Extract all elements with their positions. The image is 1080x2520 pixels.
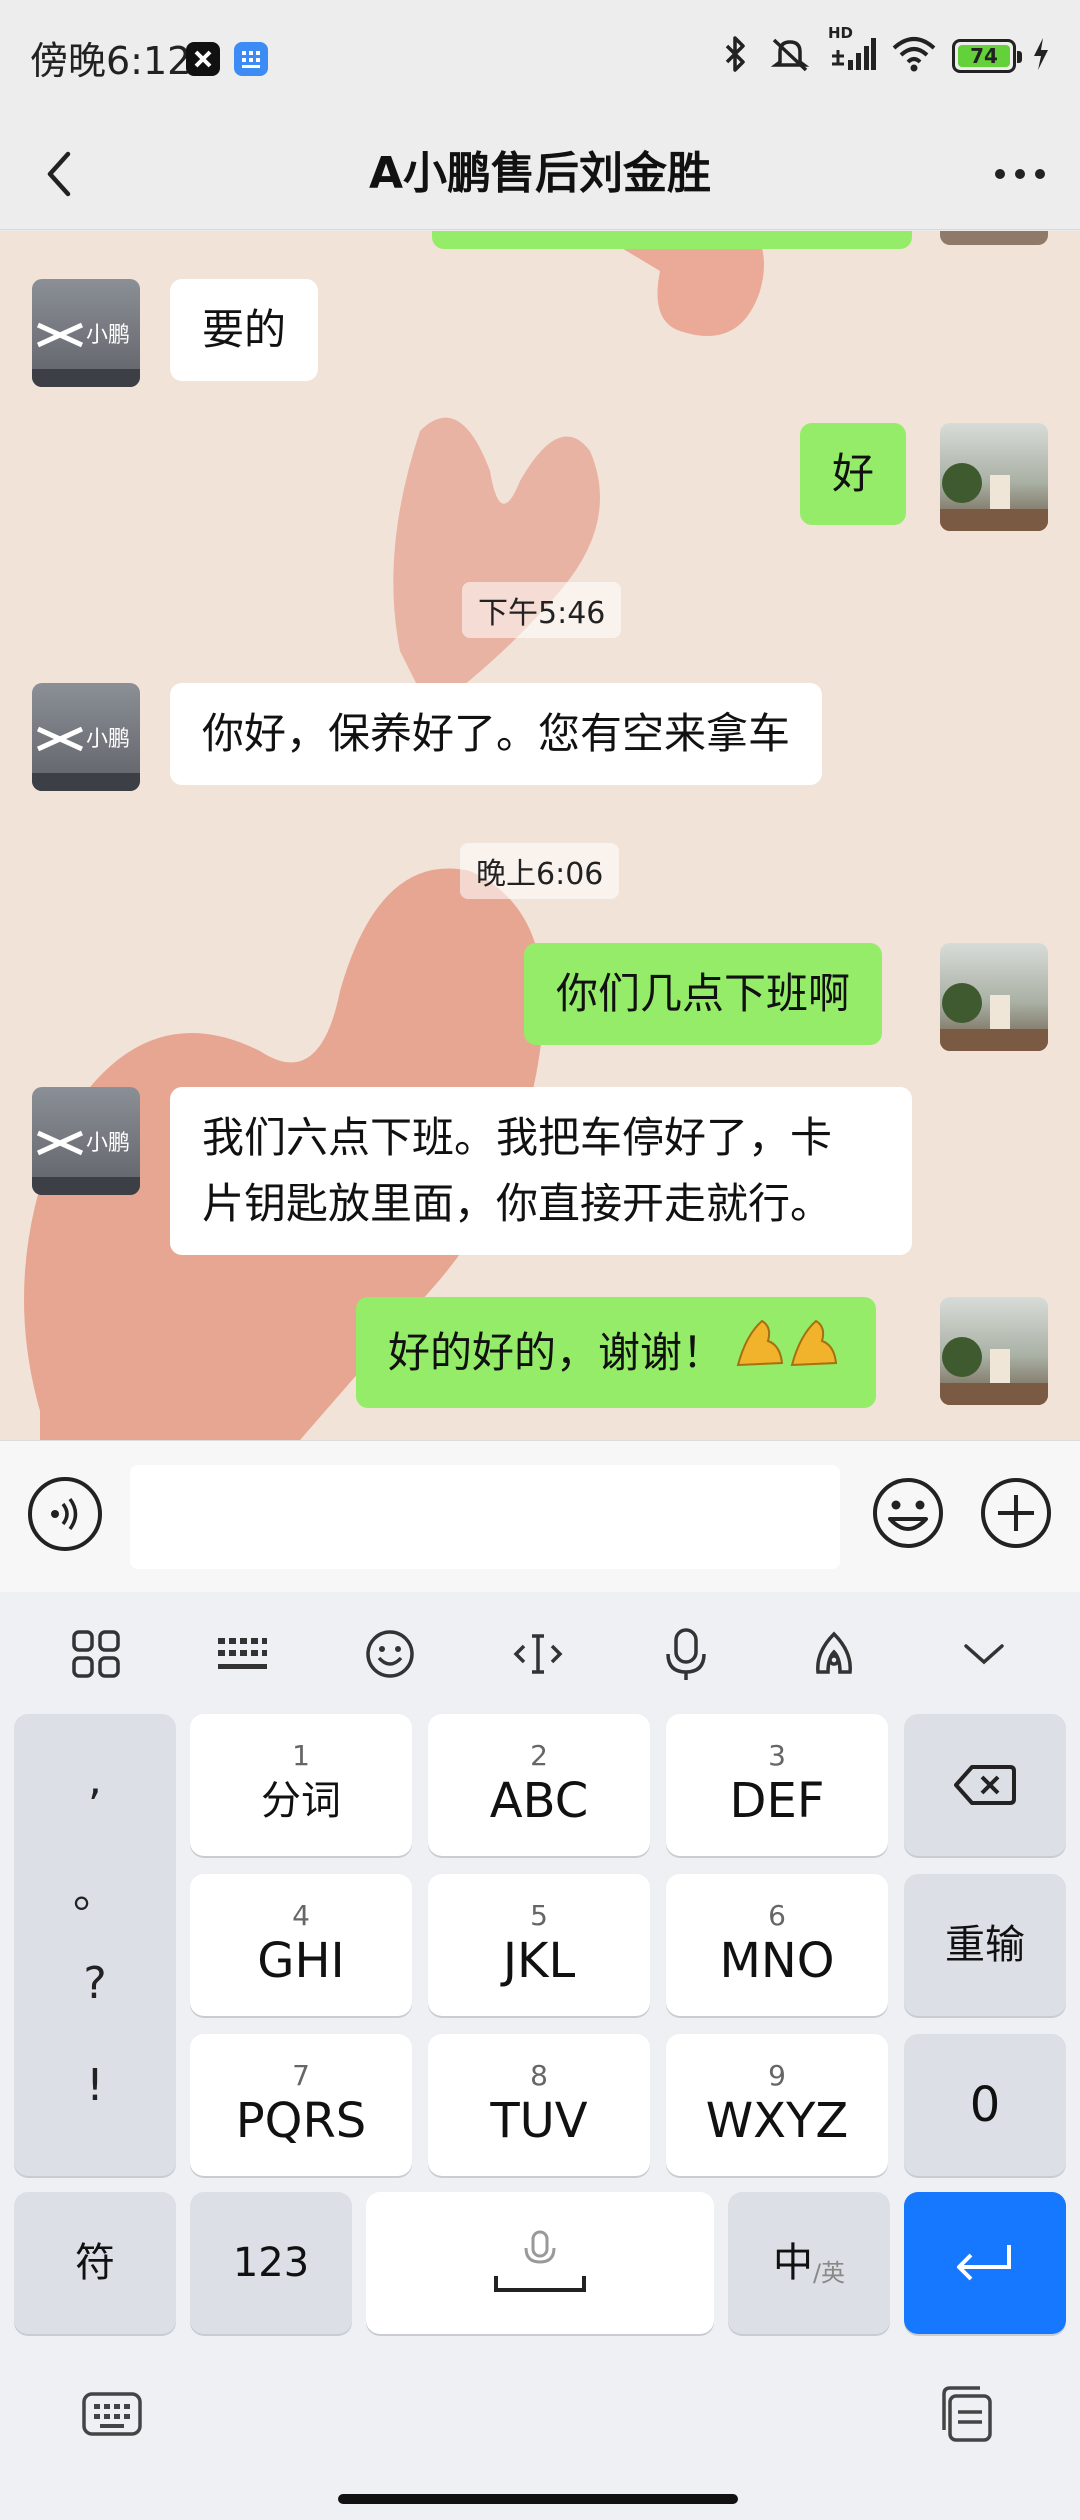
timestamp-divider: 晚上6:06 — [460, 843, 620, 899]
language-switch-key[interactable]: 中 /英 — [728, 2192, 890, 2334]
app-notification-icon — [234, 42, 268, 76]
more-options-button[interactable] — [988, 142, 1052, 206]
key-7-pqrs[interactable]: 7 PQRS — [190, 2034, 412, 2176]
punct-key[interactable]: , — [14, 1754, 176, 1805]
punct-key[interactable]: ! — [14, 2060, 176, 2111]
battery-indicator: 74 — [952, 39, 1022, 73]
message-text: 好的好的，谢谢！ — [388, 1327, 725, 1377]
avatar-brand-text: 小鹏 — [86, 323, 131, 348]
enter-key[interactable] — [904, 2192, 1066, 2334]
avatar-brand-text: 小鹏 — [86, 1131, 131, 1156]
message-line: 我们六点下班。我把车停好了，卡 — [202, 1113, 833, 1162]
symbol-key[interactable]: 符 — [14, 2192, 176, 2334]
status-time: 傍晚6:12 — [30, 39, 192, 83]
message-bubble[interactable]: 好的好的，谢谢！ — [356, 1297, 877, 1408]
ok-hand-emoji-icon — [732, 1315, 844, 1390]
reinput-key[interactable]: 重输 — [904, 1874, 1066, 2016]
punct-key[interactable]: 。 — [14, 1856, 176, 1920]
contact-avatar[interactable]: 小鹏 — [32, 683, 140, 791]
smiley-face-icon — [873, 1478, 943, 1548]
keyboard-toolbar — [0, 1592, 1080, 1712]
chat-background-image — [0, 231, 1080, 1440]
my-avatar[interactable] — [940, 943, 1048, 1051]
space-mic-icon — [494, 2230, 586, 2292]
emoji-button[interactable] — [870, 1475, 946, 1551]
key-5-jkl[interactable]: 5 JKL — [428, 1874, 650, 2016]
chat-title: A小鹏售后刘金胜 — [368, 148, 712, 199]
message-text-input[interactable] — [130, 1465, 840, 1569]
charging-icon — [1032, 36, 1050, 76]
keyboard-layout-icon[interactable] — [210, 1622, 274, 1686]
avatar-brand-text: 小鹏 — [86, 727, 131, 752]
my-avatar[interactable] — [940, 231, 1048, 245]
keyboard-switch-icon[interactable] — [80, 2382, 144, 2446]
message-bubble[interactable]: 我们六点下班。我把车停好了，卡 片钥匙放里面，你直接开走就行。 — [170, 1087, 912, 1255]
delete-key[interactable] — [904, 1714, 1066, 1856]
network-type-label: HD — [828, 24, 854, 42]
wifi-icon — [892, 34, 936, 78]
message-input-bar — [0, 1440, 1080, 1592]
voice-icon — [51, 1497, 78, 1531]
more-functions-button[interactable] — [978, 1475, 1054, 1551]
collapse-keyboard-icon[interactable] — [952, 1622, 1016, 1686]
my-avatar[interactable] — [940, 423, 1048, 531]
timestamp-divider: 下午5:46 — [462, 582, 622, 638]
message-bubble[interactable]: 你们几点下班啊 — [524, 943, 883, 1045]
message-line: 片钥匙放里面，你直接开走就行。 — [202, 1179, 833, 1228]
tiktok-notification-icon — [186, 42, 220, 76]
punct-key[interactable]: ? — [14, 1958, 176, 2009]
ime-keyboard: , 。 ? ! 1 分词 2 ABC 3 DEF 4 GHI 5 JKL 6 M… — [0, 1592, 1080, 2520]
battery-level: 74 — [958, 44, 1010, 68]
cursor-edit-icon[interactable] — [506, 1622, 570, 1686]
key-2-abc[interactable]: 2 ABC — [428, 1714, 650, 1856]
theme-skin-icon[interactable] — [802, 1622, 866, 1686]
voice-input-button[interactable] — [28, 1477, 102, 1551]
status-bar: 傍晚6:12 HD 74 — [0, 0, 1080, 118]
contact-avatar[interactable]: 小鹏 — [32, 279, 140, 387]
emoji-panel-icon[interactable] — [358, 1622, 422, 1686]
punctuation-column[interactable]: , 。 ? ! — [14, 1714, 176, 2176]
enter-return-icon — [957, 2245, 1011, 2281]
key-1-segment[interactable]: 1 分词 — [190, 1714, 412, 1856]
key-4-ghi[interactable]: 4 GHI — [190, 1874, 412, 2016]
key-9-wxyz[interactable]: 9 WXYZ — [666, 2034, 888, 2176]
chat-message-list[interactable]: 小鹏 要的 好 下午5:46 小鹏 你好，保养好了。您有空来拿车 晚上6:06 … — [0, 231, 1080, 1440]
contact-avatar[interactable]: 小鹏 — [32, 1087, 140, 1195]
space-key[interactable] — [366, 2192, 714, 2334]
clipboard-icon[interactable] — [934, 2382, 998, 2446]
message-bubble[interactable]: 要的 — [170, 279, 319, 381]
plus-circle-icon — [981, 1478, 1051, 1548]
chat-header: A小鹏售后刘金胜 — [0, 118, 1080, 230]
key-6-mno[interactable]: 6 MNO — [666, 1874, 888, 2016]
cellular-signal-icon: HD — [828, 24, 876, 78]
apps-grid-icon[interactable] — [64, 1622, 128, 1686]
key-8-tuv[interactable]: 8 TUV — [428, 2034, 650, 2176]
message-bubble[interactable]: 好 — [800, 423, 907, 525]
home-indicator[interactable] — [338, 2494, 738, 2504]
numeric-key[interactable]: 123 — [190, 2192, 352, 2334]
my-avatar[interactable] — [940, 1297, 1048, 1405]
backspace-icon — [954, 1765, 1016, 1805]
more-dots-icon — [995, 169, 1045, 179]
key-3-def[interactable]: 3 DEF — [666, 1714, 888, 1856]
zero-key[interactable]: 0 — [904, 2034, 1066, 2176]
message-bubble[interactable]: 你好，保养好了。您有空来拿车 — [170, 683, 823, 785]
bluetooth-icon — [718, 34, 752, 78]
microphone-icon[interactable] — [654, 1622, 718, 1686]
message-bubble-partial[interactable] — [432, 231, 912, 249]
mute-icon — [768, 32, 812, 80]
